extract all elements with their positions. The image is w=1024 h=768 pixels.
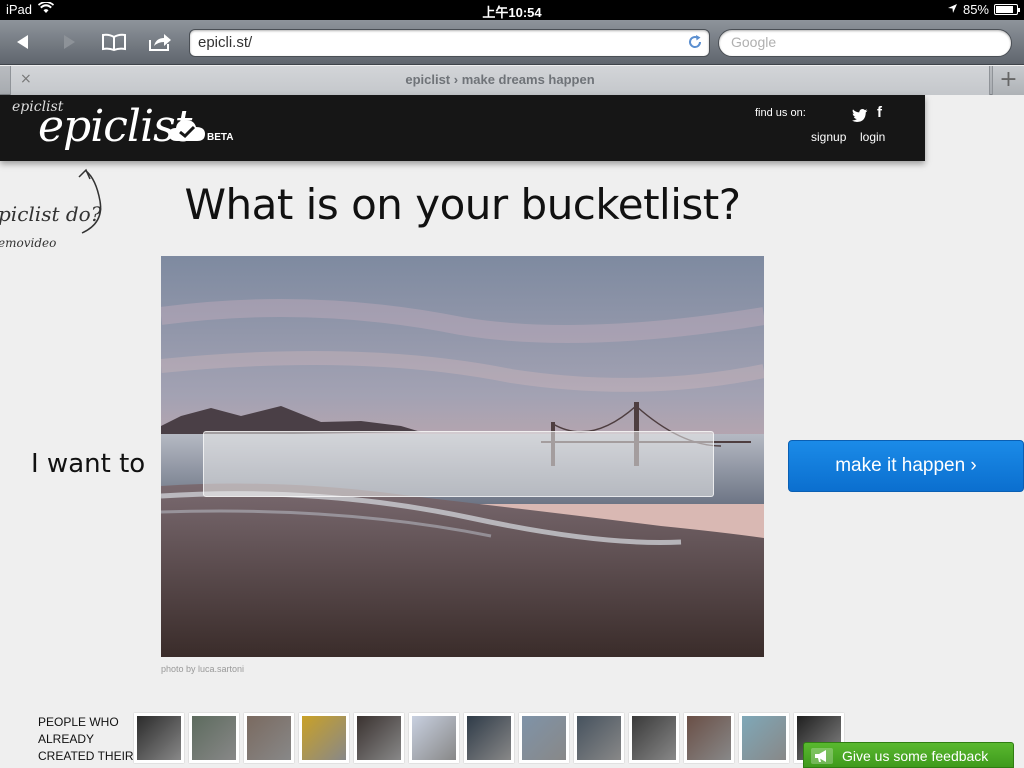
user-avatar[interactable] <box>574 713 624 763</box>
user-avatar[interactable] <box>629 713 679 763</box>
location-icon <box>947 2 958 17</box>
bucketlist-input[interactable] <box>203 431 714 497</box>
battery-icon <box>994 4 1020 15</box>
signup-link[interactable]: signup <box>811 130 846 144</box>
user-avatar[interactable] <box>519 713 569 763</box>
people-label-line: ALREADY <box>38 732 95 746</box>
address-bar[interactable]: epicli.st/ <box>189 29 710 57</box>
search-field[interactable]: Google <box>718 29 1012 57</box>
status-time: 上午10:54 <box>482 5 542 20</box>
user-avatar[interactable] <box>354 713 404 763</box>
forward-arrow-icon <box>64 35 75 49</box>
photo-credit: photo by luca.sartoni <box>161 664 245 674</box>
user-avatar[interactable] <box>684 713 734 763</box>
find-us-label: find us on: <box>755 107 806 119</box>
site-header: epiclist epiclist BETA find us on: f sig… <box>0 95 925 161</box>
tab-bar: × epiclist › make dreams happen + <box>0 66 1024 95</box>
forward-button[interactable] <box>52 26 86 58</box>
tab-title: epiclist › make dreams happen <box>405 72 595 87</box>
share-icon <box>149 34 171 51</box>
browser-toolbar: epicli.st/ Google <box>0 20 1024 65</box>
demo-video-link[interactable]: emovideo <box>0 236 56 250</box>
beta-badge: BETA <box>207 132 234 143</box>
feedback-label: Give us some feedback <box>842 748 989 764</box>
avatar-list <box>134 713 844 763</box>
user-avatar[interactable] <box>739 713 789 763</box>
people-label: PEOPLE WHO ALREADY CREATED THEIR <box>38 714 134 765</box>
people-label-line: CREATED THEIR <box>38 749 134 763</box>
user-avatar[interactable] <box>409 713 459 763</box>
tab-epiclist[interactable]: × epiclist › make dreams happen <box>10 66 990 95</box>
user-avatar[interactable] <box>134 713 184 763</box>
page-headline: What is on your bucketlist? <box>184 180 741 229</box>
megaphone-icon <box>810 747 834 768</box>
i-want-to-label: I want to <box>31 449 146 479</box>
book-icon <box>102 33 126 52</box>
back-arrow-icon <box>17 35 28 49</box>
back-button[interactable] <box>6 26 40 58</box>
new-tab-button[interactable]: + <box>992 66 1024 95</box>
facebook-icon[interactable]: f <box>877 104 882 121</box>
url-text: epicli.st/ <box>198 34 253 51</box>
user-avatar[interactable] <box>244 713 294 763</box>
user-avatar[interactable] <box>299 713 349 763</box>
people-label-line: PEOPLE WHO <box>38 715 119 729</box>
bookmarks-button[interactable] <box>97 26 131 58</box>
status-bar: iPad 上午10:54 85% <box>0 0 1024 20</box>
login-link[interactable]: login <box>860 130 885 144</box>
battery-percent: 85% <box>962 2 989 17</box>
feedback-button[interactable]: Give us some feedback <box>803 742 1014 768</box>
share-button[interactable] <box>143 26 177 58</box>
user-avatar[interactable] <box>189 713 239 763</box>
user-avatar[interactable] <box>464 713 514 763</box>
make-it-happen-button[interactable]: make it happen › <box>788 440 1024 492</box>
reload-icon[interactable] <box>687 34 703 54</box>
twitter-icon[interactable] <box>852 107 868 126</box>
cloud-check-icon <box>168 117 206 147</box>
